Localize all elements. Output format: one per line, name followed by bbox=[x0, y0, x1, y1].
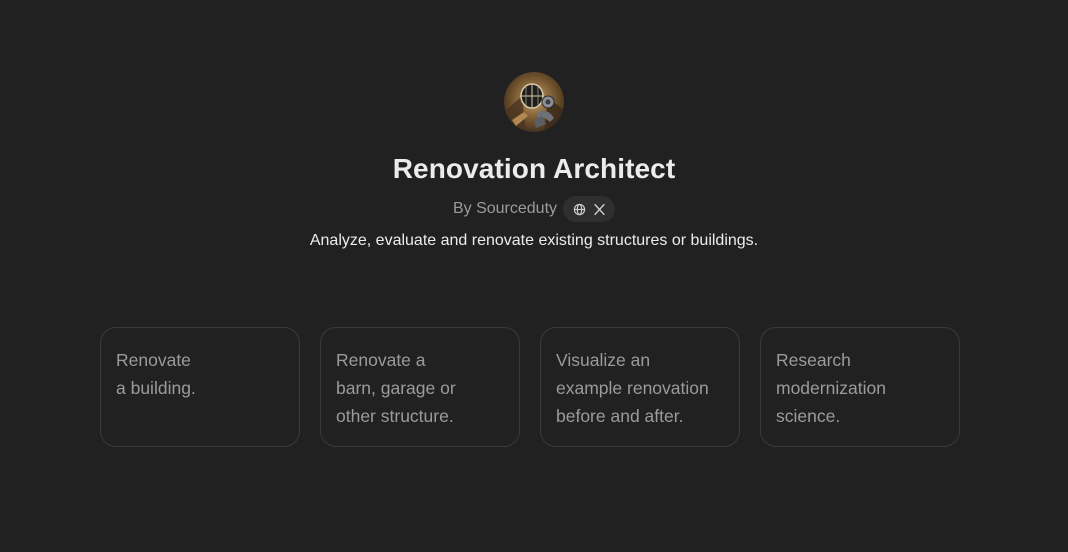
conversation-starter-card[interactable]: Renovate a barn, garage or other structu… bbox=[320, 327, 520, 447]
conversation-starters: Renovate a building. Renovate a barn, ga… bbox=[100, 327, 960, 447]
gpt-title: Renovation Architect bbox=[392, 153, 676, 184]
gpt-byline: By Sourceduty bbox=[452, 196, 616, 222]
starter-text-line: barn, garage or bbox=[336, 378, 456, 398]
starter-text-line: before and after. bbox=[556, 406, 684, 426]
gpt-header: Renovation Architect By Sourceduty Analy… bbox=[0, 72, 1068, 250]
starter-text-line: Research bbox=[776, 350, 851, 370]
gpt-avatar bbox=[504, 72, 564, 132]
author-links bbox=[563, 196, 616, 222]
renovation-architect-avatar-icon bbox=[504, 72, 564, 132]
starter-text-line: modernization bbox=[776, 378, 886, 398]
starter-text-line: Renovate a bbox=[336, 350, 426, 370]
starter-text-line: a building. bbox=[116, 378, 196, 398]
starter-text-line: Visualize an bbox=[556, 350, 651, 370]
x-logo-icon[interactable] bbox=[592, 202, 606, 216]
conversation-starter-card[interactable]: Research modernization science. bbox=[760, 327, 960, 447]
starter-text-line: Renovate bbox=[116, 350, 191, 370]
starter-text-line: science. bbox=[776, 406, 841, 426]
gpt-landing-page: Renovation Architect By Sourceduty Analy… bbox=[0, 0, 1068, 552]
starter-text-line: example renovation bbox=[556, 378, 709, 398]
globe-icon[interactable] bbox=[572, 202, 586, 216]
conversation-starter-card[interactable]: Visualize an example renovation before a… bbox=[540, 327, 740, 447]
gpt-description: Analyze, evaluate and renovate existing … bbox=[309, 232, 759, 249]
starter-text-line: other structure. bbox=[336, 406, 454, 426]
conversation-starter-card[interactable]: Renovate a building. bbox=[100, 327, 300, 447]
author-label: By Sourceduty bbox=[452, 200, 558, 217]
